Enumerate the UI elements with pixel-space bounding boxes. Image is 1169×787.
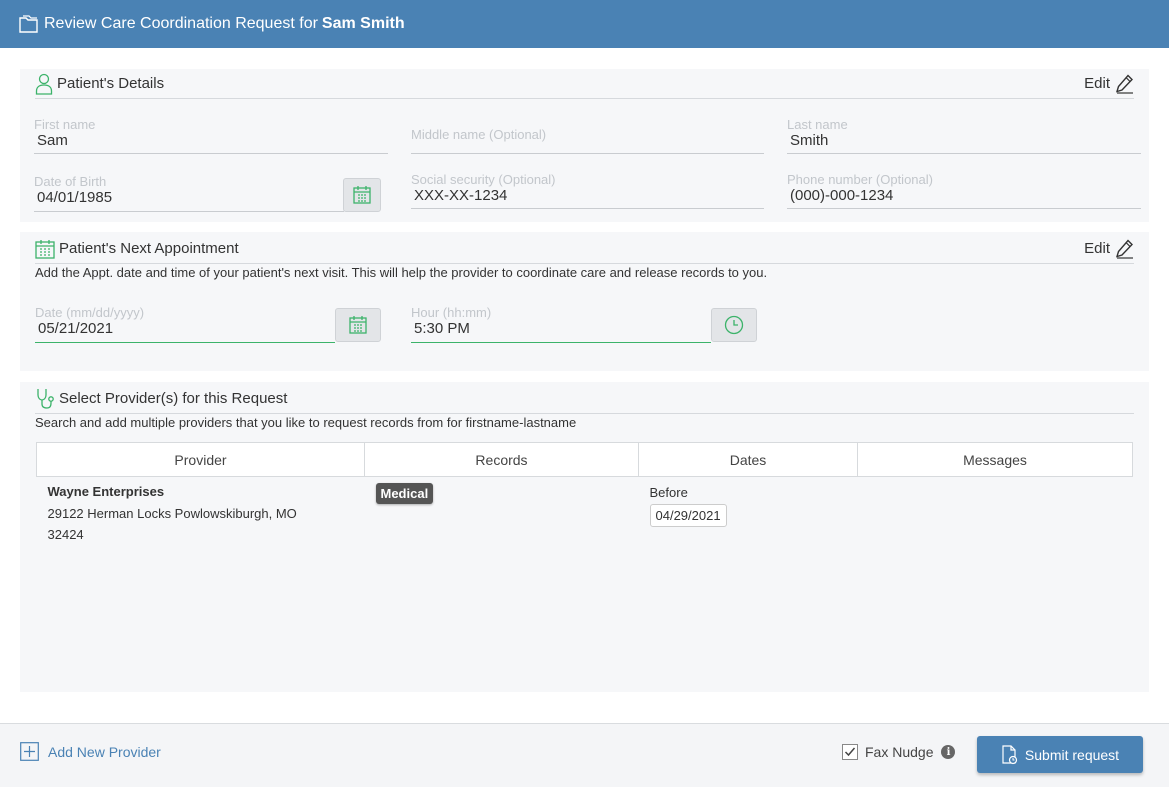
providers-table: Provider Records Dates Messages Wayne En…: [36, 442, 1133, 545]
add-new-provider-button[interactable]: Add New Provider: [20, 742, 161, 761]
first-name-value: Sam: [37, 132, 68, 149]
last-name-label: Last name: [787, 117, 848, 132]
patient-details-edit-button[interactable]: Edit: [1084, 73, 1134, 94]
calendar-icon: [353, 186, 371, 204]
pencil-icon: [1116, 238, 1133, 259]
phone-field[interactable]: Phone number (Optional) (000)-000-1234: [787, 172, 1141, 209]
provider-address-line2: 32424: [47, 527, 84, 542]
last-name-value: Smith: [790, 132, 829, 149]
clock-icon: [724, 315, 744, 335]
column-header-records: Records: [364, 442, 639, 477]
person-icon: [35, 73, 53, 95]
providers-description: Search and add multiple providers that y…: [35, 415, 577, 430]
appointment-hour-label: Hour (hh:mm): [411, 305, 492, 320]
appointment-title: Patient's Next Appointment: [59, 240, 239, 257]
page-title-prefix: Review Care Coordination Request for: [44, 15, 318, 32]
submit-request-label: Submit request: [1024, 746, 1120, 763]
fax-nudge-label: Fax Nudge: [865, 744, 934, 760]
calendar-icon: [35, 239, 55, 259]
dob-value: 04/01/1985: [37, 189, 113, 206]
submit-request-button[interactable]: Submit request: [977, 736, 1143, 773]
record-type-badge: Medical: [375, 483, 434, 504]
appointment-section: Patient's Next Appointment Edit Add the …: [20, 232, 1149, 371]
calendar-icon: [349, 316, 367, 334]
middle-name-placeholder: Middle name (Optional): [411, 127, 547, 142]
dob-calendar-button[interactable]: [343, 178, 381, 212]
providers-header: Select Provider(s) for this Request: [35, 384, 1134, 414]
fax-nudge-control: Fax Nudge i: [842, 744, 956, 760]
date-badge: 04/29/2021: [649, 504, 727, 527]
dates-cell: Before 04/29/2021: [639, 477, 858, 546]
dob-field[interactable]: Date of Birth 04/01/1985: [34, 174, 344, 212]
appointment-hour-value: 5:30 PM: [414, 320, 470, 337]
appointment-date-label: Date (mm/dd/yyyy): [35, 305, 145, 320]
appointment-description: Add the Appt. date and time of your pati…: [35, 265, 768, 280]
appointment-date-value: 05/21/2021: [38, 320, 114, 337]
records-cell: Medical: [365, 477, 639, 546]
page-title-patient-name: Sam Smith: [321, 15, 405, 32]
provider-address-line1: 29122 Herman Locks Powlowskiburgh, MO: [47, 506, 297, 521]
appointment-header: Patient's Next Appointment Edit: [35, 234, 1134, 264]
providers-title: Select Provider(s) for this Request: [59, 390, 288, 407]
patient-details-header: Patient's Details Edit: [35, 69, 1134, 99]
column-header-provider: Provider: [36, 442, 365, 477]
appointment-date-field[interactable]: Date (mm/dd/yyyy) 05/21/2021: [35, 305, 335, 343]
add-new-provider-label: Add New Provider: [48, 743, 161, 760]
document-icon: [1002, 744, 1018, 764]
fax-nudge-checkbox[interactable]: [842, 744, 858, 760]
plus-icon: [20, 742, 39, 761]
appointment-clock-button[interactable]: [711, 308, 757, 342]
providers-table-header: Provider Records Dates Messages: [36, 442, 1133, 477]
date-qualifier: Before: [649, 485, 688, 500]
provider-cell: Wayne Enterprises 29122 Herman Locks Pow…: [37, 477, 365, 546]
patient-details-title: Patient's Details: [57, 75, 165, 92]
page-title: Review Care Coordination Request for Sam …: [44, 15, 405, 33]
last-name-field[interactable]: Last name Smith: [787, 117, 1141, 154]
column-header-messages: Messages: [857, 442, 1133, 477]
providers-section: Select Provider(s) for this Request Sear…: [20, 382, 1149, 692]
page-header: Review Care Coordination Request for Sam …: [0, 0, 1169, 48]
middle-name-field[interactable]: Middle name (Optional): [411, 117, 764, 154]
phone-label: Phone number (Optional): [787, 172, 933, 187]
appointment-hour-field[interactable]: Hour (hh:mm) 5:30 PM: [411, 305, 711, 343]
edit-label: Edit: [1084, 75, 1110, 92]
first-name-field[interactable]: First name Sam: [34, 117, 388, 154]
patient-details-section: Patient's Details Edit First name Sam Mi…: [20, 69, 1149, 222]
provider-name: Wayne Enterprises: [47, 484, 165, 499]
edit-label: Edit: [1084, 240, 1110, 257]
folder-icon: [19, 15, 38, 33]
info-icon[interactable]: i: [941, 745, 956, 759]
messages-cell: [858, 477, 1133, 546]
checkmark-icon: [844, 747, 856, 757]
stethoscope-icon: [37, 388, 54, 409]
phone-value: (000)-000-1234: [790, 187, 894, 204]
dob-label: Date of Birth: [34, 174, 107, 189]
pencil-icon: [1116, 73, 1133, 94]
ssn-label: Social security (Optional): [411, 172, 556, 187]
ssn-field[interactable]: Social security (Optional) XXX-XX-1234: [411, 172, 764, 209]
ssn-value: XXX-XX-1234: [414, 187, 508, 204]
appointment-edit-button[interactable]: Edit: [1084, 238, 1134, 259]
first-name-label: First name: [34, 117, 96, 132]
footer-bar: Add New Provider Fax Nudge i Submit requ…: [0, 723, 1169, 787]
table-row[interactable]: Wayne Enterprises 29122 Herman Locks Pow…: [37, 477, 1133, 546]
appointment-calendar-button[interactable]: [335, 308, 381, 342]
column-header-dates: Dates: [638, 442, 858, 477]
